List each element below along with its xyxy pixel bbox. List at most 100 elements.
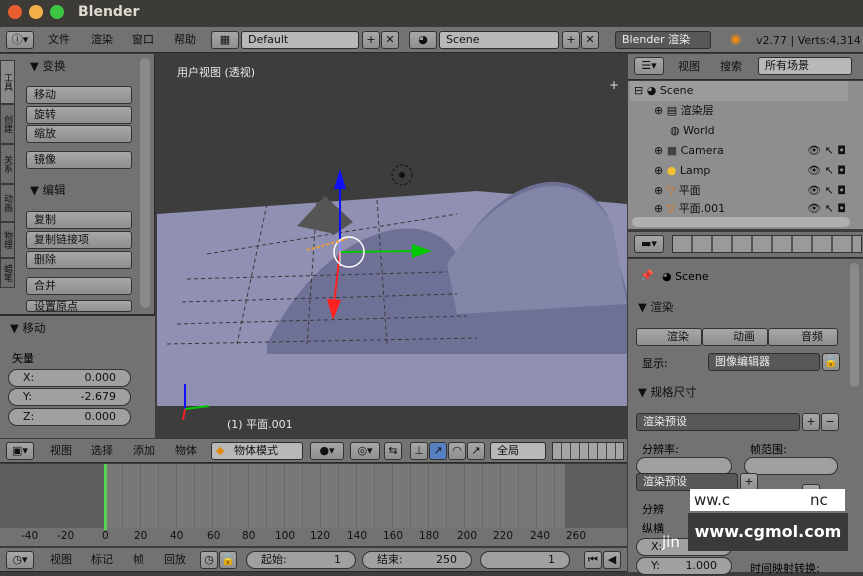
- outliner-row-plane[interactable]: ⊕ ▽ 平面 👁 ↖ ◘: [630, 181, 848, 201]
- gizmo-x-axis[interactable]: [339, 250, 420, 253]
- render-button[interactable]: 渲染: [636, 328, 702, 346]
- render-panel-header[interactable]: ▼ 渲染: [638, 299, 674, 315]
- timeline-menu-playback[interactable]: 回放: [164, 548, 186, 572]
- dimensions-panel-header[interactable]: ▼ 规格尺寸: [638, 384, 697, 400]
- rotate-button[interactable]: 旋转: [26, 106, 132, 124]
- lock-icon[interactable]: 🔒: [219, 551, 237, 569]
- animation-button[interactable]: 动画: [702, 328, 768, 346]
- operator-header[interactable]: ▼ 移动: [10, 320, 46, 336]
- mode-select[interactable]: 物体模式: [211, 442, 303, 460]
- current-frame-marker[interactable]: [104, 464, 107, 530]
- remove-scene-icon[interactable]: ✕: [581, 31, 599, 49]
- tab-relations[interactable]: 关系: [0, 144, 15, 184]
- mirror-button[interactable]: 镜像: [26, 151, 132, 169]
- display-select[interactable]: 图像编辑器: [708, 353, 820, 371]
- viewport-corner-plus-icon[interactable]: +: [609, 78, 619, 92]
- scale-button[interactable]: 缩放: [26, 125, 132, 143]
- audio-button[interactable]: 音频: [768, 328, 838, 346]
- properties-scrollbar[interactable]: [850, 263, 859, 387]
- view3d-menu-add[interactable]: 添加: [133, 439, 155, 463]
- menu-help[interactable]: 帮助: [174, 27, 196, 53]
- add-scene-icon[interactable]: +: [562, 31, 580, 49]
- remove-layout-icon[interactable]: ✕: [381, 31, 399, 49]
- lock-interface-icon[interactable]: 🔒: [822, 353, 840, 371]
- properties-context-tabs[interactable]: [672, 235, 862, 253]
- timeline-menu-frame[interactable]: 帧: [133, 548, 144, 572]
- menu-file[interactable]: 文件: [48, 27, 70, 53]
- add-layout-icon[interactable]: +: [362, 31, 380, 49]
- outliner-row-lamp[interactable]: ⊕ ● Lamp 👁 ↖ ◘: [630, 161, 848, 181]
- duplicate-linked-button[interactable]: 复制链接项: [26, 231, 132, 249]
- current-frame-field[interactable]: 1: [480, 551, 570, 569]
- outliner-row-world[interactable]: ◍ World: [630, 121, 848, 141]
- vector-z-field[interactable]: Z: 0.000: [8, 408, 131, 426]
- timeline-tick: 20: [134, 530, 148, 542]
- remove-preset-icon[interactable]: −: [821, 413, 839, 431]
- tool-shelf-scrollbar[interactable]: [140, 58, 150, 308]
- move-button[interactable]: 移动: [26, 86, 132, 104]
- properties-editor-icon[interactable]: ▬▾: [634, 235, 664, 253]
- tab-tools[interactable]: 工具: [0, 60, 15, 104]
- outliner-scrollbar[interactable]: [632, 217, 850, 227]
- outliner-menu-search[interactable]: 搜索: [720, 54, 742, 80]
- render-presets-select[interactable]: 渲染预设: [636, 413, 800, 431]
- 3d-viewport[interactable]: 用户视图 (透视) (1) 平面.001 +: [157, 54, 627, 438]
- outliner-filter-select[interactable]: 所有场景: [758, 57, 852, 75]
- outliner-row-camera[interactable]: ⊕ ■ Camera 👁 ↖ ◘: [630, 141, 848, 161]
- join-button[interactable]: 合并: [26, 277, 132, 295]
- scene-name-field[interactable]: Scene: [439, 31, 559, 49]
- jump-start-icon[interactable]: ⏮: [584, 551, 602, 569]
- view3d-editor-icon[interactable]: ▣▾: [6, 442, 34, 460]
- frame-start-field[interactable]: [744, 457, 838, 475]
- transform-orientation-select[interactable]: 全局: [490, 442, 546, 460]
- transform-panel-header[interactable]: ▼ 变换: [30, 58, 66, 74]
- timeline-menu-view[interactable]: 视图: [50, 548, 72, 572]
- record-icon[interactable]: ◷: [200, 551, 218, 569]
- duplicate-button[interactable]: 复制: [26, 211, 132, 229]
- minimize-window-button[interactable]: [29, 5, 43, 19]
- properties-header: ▬▾: [628, 232, 863, 258]
- render-engine-select[interactable]: Blender 渲染: [615, 31, 711, 49]
- info-editor-icon[interactable]: ⓘ▾: [6, 31, 34, 49]
- maximize-window-button[interactable]: [50, 5, 64, 19]
- outliner-row-render-layers[interactable]: ⊕ ▤ 渲染层: [630, 101, 848, 121]
- vector-x-field[interactable]: X: 0.000: [8, 369, 131, 387]
- tab-grease-pencil[interactable]: 蜡笔: [0, 258, 15, 288]
- transform-manipulator-icon[interactable]: ⊥: [410, 442, 428, 460]
- pivot-point-icon[interactable]: ◎▾: [350, 442, 380, 460]
- menu-render[interactable]: 渲染: [91, 27, 113, 53]
- rotate-manipulator-icon[interactable]: ◠: [448, 442, 466, 460]
- start-frame-field[interactable]: 起始: 1: [246, 551, 356, 569]
- outliner-row-plane-001[interactable]: ⊕ ▽ 平面.001 👁 ↖ ◘: [630, 201, 848, 215]
- add-preset-icon[interactable]: +: [802, 413, 820, 431]
- end-frame-field[interactable]: 结束: 250: [362, 551, 472, 569]
- scene-icon[interactable]: ◕: [409, 31, 437, 49]
- timeline-editor-icon[interactable]: ◷▾: [6, 551, 34, 569]
- vector-y-field[interactable]: Y: -2.679: [8, 388, 131, 406]
- layout-grid-icon[interactable]: ▦: [211, 31, 239, 49]
- menu-window[interactable]: 窗口: [132, 27, 154, 53]
- layer-buttons[interactable]: [552, 442, 624, 460]
- timeline-menu-marker[interactable]: 标记: [91, 548, 113, 572]
- outliner-row-scene[interactable]: ⊟ ◕ Scene: [630, 81, 848, 101]
- outliner-menu-view[interactable]: 视图: [678, 54, 700, 80]
- scale-manipulator-icon[interactable]: ↗: [467, 442, 485, 460]
- view3d-menu-view[interactable]: 视图: [50, 439, 72, 463]
- tab-physics[interactable]: 物理: [0, 222, 15, 258]
- manipulator-toggle-icon[interactable]: ⇆: [384, 442, 402, 460]
- layout-name-field[interactable]: Default: [241, 31, 359, 49]
- view3d-menu-select[interactable]: 选择: [91, 439, 113, 463]
- aspect-y-field[interactable]: Y: 1.000: [636, 557, 732, 575]
- pin-icon[interactable]: 📌: [640, 269, 654, 282]
- delete-button[interactable]: 删除: [26, 251, 132, 269]
- view3d-menu-object[interactable]: 物体: [175, 439, 197, 463]
- tab-create[interactable]: 创建: [0, 104, 15, 144]
- translate-manipulator-icon[interactable]: ↗: [429, 442, 447, 460]
- tab-animation[interactable]: 动画: [0, 184, 15, 222]
- shading-select-icon[interactable]: ●▾: [310, 442, 344, 460]
- play-reverse-icon[interactable]: ◀: [603, 551, 621, 569]
- set-origin-button[interactable]: 设置原点: [26, 300, 132, 312]
- close-window-button[interactable]: [8, 5, 22, 19]
- outliner-editor-icon[interactable]: ☰▾: [634, 57, 664, 75]
- edit-panel-header[interactable]: ▼ 编辑: [30, 182, 66, 198]
